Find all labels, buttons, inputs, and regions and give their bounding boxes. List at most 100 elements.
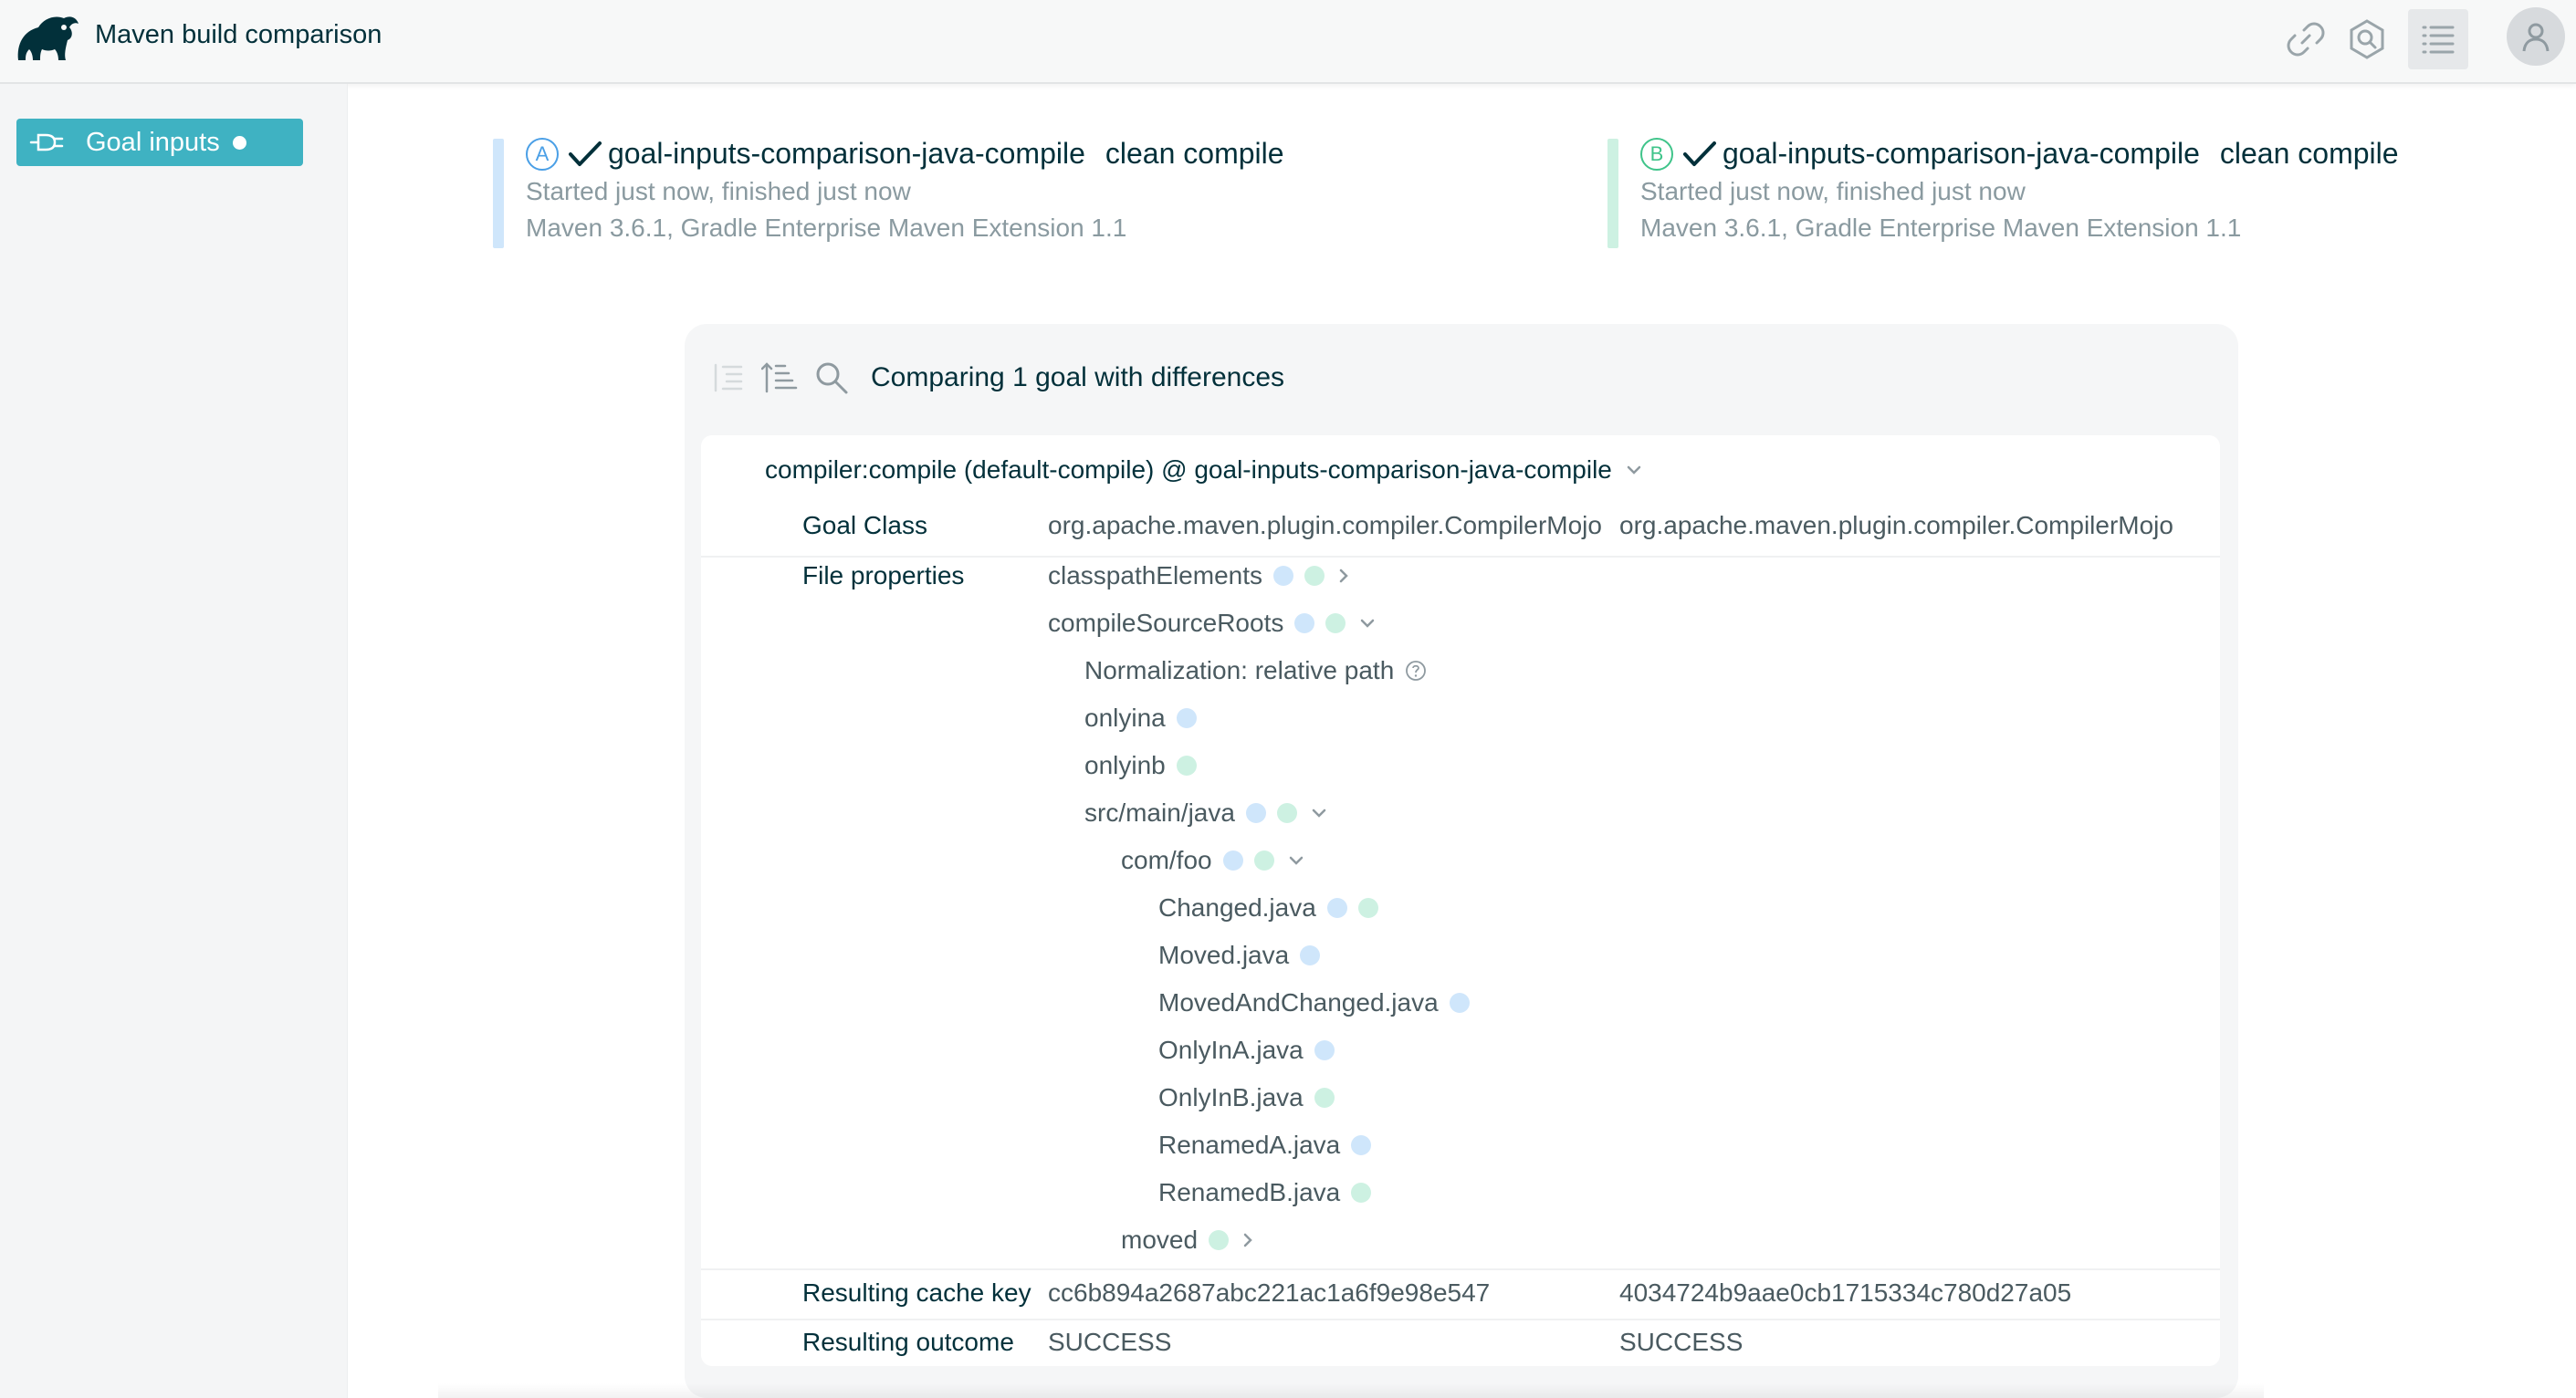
tree-item-moved[interactable]: moved bbox=[1121, 1222, 1254, 1258]
tree-label: Moved.java bbox=[1158, 941, 1290, 969]
build-a-title-line: A goal-inputs-comparison-java-compile cl… bbox=[526, 137, 1284, 171]
chevron-down-icon[interactable] bbox=[1625, 464, 1643, 476]
tree-label: OnlyInB.java bbox=[1158, 1083, 1304, 1111]
row-divider bbox=[701, 1268, 2220, 1270]
build-a-marker-icon bbox=[1351, 1135, 1372, 1155]
tree-item-src-main-java[interactable]: src/main/java bbox=[1084, 795, 1328, 831]
comparison-summary: Comparing 1 goal with differences bbox=[871, 362, 1285, 392]
user-icon bbox=[2522, 23, 2550, 52]
build-a-marker-icon bbox=[1245, 803, 1266, 823]
build-a-marker-icon bbox=[1273, 566, 1294, 586]
goal-inputs-tab[interactable]: Goal inputs bbox=[16, 119, 303, 166]
chevron-down-icon[interactable] bbox=[1358, 617, 1377, 630]
tree-item-onlyina: onlyina bbox=[1084, 700, 1197, 736]
file-properties-label: File properties bbox=[802, 561, 965, 589]
build-b-command: clean compile bbox=[2219, 137, 2399, 170]
build-b-badge: B bbox=[1640, 137, 1673, 171]
build-a-timing: Started just now, finished just now bbox=[526, 177, 911, 205]
tree-label: src/main/java bbox=[1084, 798, 1235, 827]
goal-inputs-tab-label: Goal inputs bbox=[86, 127, 220, 157]
link-icon bbox=[2287, 22, 2325, 57]
link-button[interactable] bbox=[2276, 9, 2336, 69]
build-b-marker-icon bbox=[1304, 566, 1325, 586]
tree-label: Normalization: relative path bbox=[1084, 656, 1395, 684]
build-a-marker-icon bbox=[1300, 945, 1321, 965]
build-b-project-link[interactable]: goal-inputs-comparison-java-compile bbox=[1723, 137, 2200, 171]
build-a-command: clean compile bbox=[1105, 137, 1284, 170]
goal-class-label: Goal Class bbox=[802, 511, 927, 539]
build-a-marker-icon bbox=[1222, 850, 1243, 871]
tree-item-compile-source-roots[interactable]: compileSourceRoots bbox=[1048, 605, 1377, 642]
outcome-label: Resulting outcome bbox=[802, 1328, 1014, 1356]
tree-item-changed-java: Changed.java bbox=[1158, 890, 1378, 926]
tree-label: compileSourceRoots bbox=[1048, 609, 1284, 637]
success-check-icon bbox=[1683, 141, 1716, 166]
build-b-title-line: B goal-inputs-comparison-java-compile cl… bbox=[1640, 137, 2399, 171]
user-avatar-button[interactable] bbox=[2507, 7, 2565, 66]
goal-title: compiler:compile (default-compile) @ goa… bbox=[765, 455, 1612, 484]
cache-key-label: Resulting cache key bbox=[802, 1278, 1031, 1307]
tree-label: RenamedB.java bbox=[1158, 1178, 1341, 1206]
tree-label: OnlyInA.java bbox=[1158, 1036, 1304, 1064]
comparison-toolbar: Comparing 1 goal with differences bbox=[712, 360, 1284, 395]
build-a-color-bar bbox=[493, 139, 504, 248]
tree-item-com-foo[interactable]: com/foo bbox=[1121, 842, 1305, 879]
sort-icon[interactable] bbox=[761, 360, 798, 395]
tree-item-only-in-a-java: OnlyInA.java bbox=[1158, 1032, 1335, 1069]
app-title: Maven build comparison bbox=[95, 20, 382, 49]
tree-item-renamed-a-java: RenamedA.java bbox=[1158, 1127, 1372, 1163]
scan-icon bbox=[2350, 19, 2384, 59]
gradle-elephant-logo[interactable] bbox=[13, 7, 82, 68]
tree-label: com/foo bbox=[1121, 846, 1212, 874]
build-b-marker-icon bbox=[1325, 613, 1346, 633]
chevron-down-icon[interactable] bbox=[1287, 854, 1305, 867]
build-a-marker-icon bbox=[1294, 613, 1315, 633]
build-a-marker-icon bbox=[1176, 708, 1197, 728]
row-divider bbox=[701, 556, 2220, 558]
tree-item-classpath-elements[interactable]: classpathElements bbox=[1048, 558, 1350, 594]
tree-label: classpathElements bbox=[1048, 561, 1263, 589]
build-b-marker-icon bbox=[1176, 756, 1197, 776]
build-b-marker-icon bbox=[1209, 1230, 1230, 1250]
build-b-marker-icon bbox=[1276, 803, 1297, 823]
build-a-versions: Maven 3.6.1, Gradle Enterprise Maven Ext… bbox=[526, 214, 1127, 242]
tree-item-moved-java: Moved.java bbox=[1158, 937, 1321, 974]
build-b-versions: Maven 3.6.1, Gradle Enterprise Maven Ext… bbox=[1640, 214, 2242, 242]
tree-item-moved-and-changed-java: MovedAndChanged.java bbox=[1158, 985, 1470, 1021]
goal-class-a-value: org.apache.maven.plugin.compiler.Compile… bbox=[1048, 511, 1602, 539]
build-b-marker-icon bbox=[1314, 1088, 1335, 1108]
outcome-a-value: SUCCESS bbox=[1048, 1328, 1172, 1356]
chevron-down-icon[interactable] bbox=[1310, 807, 1328, 819]
tree-label: Changed.java bbox=[1158, 893, 1316, 922]
goal-comparison-card: compiler:compile (default-compile) @ goa… bbox=[701, 435, 2220, 1366]
tree-item-onlyinb: onlyinb bbox=[1084, 747, 1197, 784]
build-b-marker-icon bbox=[1351, 1183, 1372, 1203]
chevron-right-icon[interactable] bbox=[1337, 568, 1350, 584]
list-view-button[interactable] bbox=[2408, 9, 2468, 69]
build-a-marker-icon bbox=[1449, 993, 1470, 1013]
tree-label: moved bbox=[1121, 1226, 1199, 1254]
build-b-color-bar bbox=[1607, 139, 1618, 248]
build-b-marker-icon bbox=[1253, 850, 1274, 871]
scan-button[interactable] bbox=[2337, 9, 2397, 69]
plug-icon bbox=[29, 133, 64, 151]
collapse-all-icon[interactable] bbox=[712, 361, 745, 394]
page-bottom-shadow bbox=[438, 1383, 2264, 1398]
list-icon bbox=[2422, 26, 2455, 54]
tree-label: onlyinb bbox=[1084, 751, 1166, 779]
build-a-marker-icon bbox=[1326, 898, 1347, 918]
goal-title-row[interactable]: compiler:compile (default-compile) @ goa… bbox=[765, 452, 1643, 488]
app-header: Maven build comparison bbox=[0, 0, 2576, 84]
tree-label: MovedAndChanged.java bbox=[1158, 988, 1439, 1017]
comparison-panel: Comparing 1 goal with differences compil… bbox=[685, 324, 2238, 1398]
search-icon[interactable] bbox=[814, 360, 849, 395]
tree-label: RenamedA.java bbox=[1158, 1131, 1341, 1159]
build-a-badge: A bbox=[526, 137, 559, 171]
build-a-project-link[interactable]: goal-inputs-comparison-java-compile bbox=[608, 137, 1085, 171]
sidebar: Goal inputs bbox=[0, 84, 348, 1398]
status-dot-icon bbox=[232, 135, 246, 150]
chevron-right-icon[interactable] bbox=[1241, 1232, 1254, 1248]
success-check-icon bbox=[569, 141, 602, 166]
build-b-timing: Started just now, finished just now bbox=[1640, 177, 2026, 205]
help-icon[interactable] bbox=[1405, 660, 1427, 682]
